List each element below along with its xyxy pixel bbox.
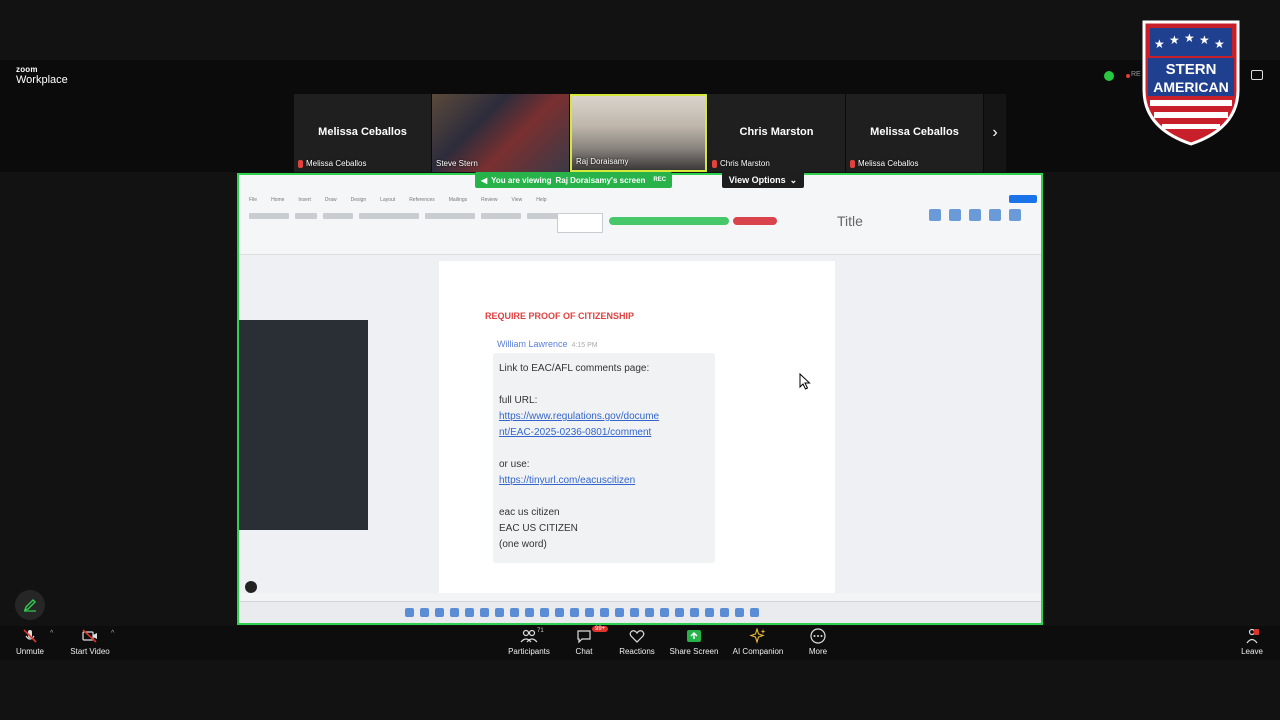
style-highlight-green (609, 217, 729, 225)
record-dot-icon (245, 581, 257, 593)
chevron-right-icon[interactable]: › (984, 94, 1006, 172)
participant-name: Melissa Ceballos (318, 126, 407, 138)
participant-label: Chris Marston (712, 159, 770, 168)
svg-text:★: ★ (1169, 33, 1180, 47)
muted-mic-icon (23, 629, 37, 643)
document-heading: REQUIRE PROOF OF CITIZENSHIP (485, 311, 635, 321)
participant-tile[interactable]: Melissa Ceballos Melissa Ceballos (294, 94, 431, 172)
ribbon-icons (929, 209, 1021, 221)
heart-icon (629, 630, 645, 643)
participant-strip: Melissa Ceballos Melissa Ceballos Steve … (294, 94, 1006, 172)
view-layout-icon[interactable] (1251, 70, 1263, 80)
more-button[interactable]: More (778, 628, 858, 656)
leave-button[interactable]: Leave (1212, 628, 1280, 656)
bottom-band (0, 660, 1280, 720)
word-share-button (1009, 195, 1037, 203)
svg-text:★: ★ (1184, 31, 1195, 45)
participants-count: 71 (537, 628, 544, 634)
document-page: REQUIRE PROOF OF CITIZENSHIP William Law… (439, 261, 835, 601)
comment-link: https://www.regulations.gov/docume (499, 411, 660, 422)
word-status-bar (239, 593, 1041, 601)
share-banner: ◀ You are viewing Raj Doraisamy's screen… (475, 172, 673, 188)
leave-icon (1246, 628, 1259, 644)
encryption-shield-icon[interactable] (1104, 71, 1114, 81)
participant-name: Chris Marston (739, 126, 814, 138)
top-band (0, 0, 1280, 60)
shared-screen[interactable]: File Home Insert Draw Design Layout References… (237, 173, 1043, 625)
pencil-icon (23, 599, 36, 612)
logo-line1: STERN (1166, 61, 1217, 78)
participant-label: Melissa Ceballos (850, 159, 918, 168)
banner-icon: ◀ (481, 175, 488, 185)
brand-small: zoom (16, 65, 38, 74)
share-screen-icon (687, 630, 701, 642)
mouse-cursor-icon (799, 373, 811, 390)
muted-mic-icon (298, 159, 303, 168)
svg-text:★: ★ (1199, 33, 1210, 47)
chevron-up-icon[interactable]: ^ (111, 630, 114, 637)
view-options-button[interactable]: View Options ⌄ (722, 172, 804, 188)
style-highlight-red (733, 217, 777, 225)
participant-name: Melissa Ceballos (870, 126, 959, 138)
muted-mic-icon (712, 159, 717, 168)
svg-text:★: ★ (1214, 37, 1225, 51)
video-off-icon (82, 629, 97, 643)
chevron-down-icon: ⌄ (789, 174, 798, 185)
comment-card: Link to EAC/AFL comments page: full URL:… (493, 353, 715, 563)
active-speaker-tile[interactable]: Raj Doraisamy (570, 94, 707, 172)
participants-icon (520, 629, 538, 643)
style-title: Title (837, 213, 863, 229)
recording-dot-icon (1126, 74, 1130, 78)
sparkle-icon (749, 628, 766, 644)
ribbon-tabs: File Home Insert Draw Design Layout References… (249, 197, 547, 203)
svg-text:★: ★ (1154, 37, 1165, 51)
more-icon (810, 628, 826, 644)
windows-taskbar (239, 601, 1041, 623)
participant-label: Melissa Ceballos (298, 159, 366, 168)
annotate-pencil-button[interactable] (15, 590, 45, 620)
taskbar-icons (405, 608, 759, 617)
participant-tile[interactable]: Melissa Ceballos Melissa Ceballos (846, 94, 983, 172)
participant-video-tile[interactable]: Steve Stern (432, 94, 569, 172)
participant-label: Raj Doraisamy (576, 157, 629, 166)
participant-tile[interactable]: Chris Marston Chris Marston (708, 94, 845, 172)
stern-american-logo: ★ ★ ★ ★ ★ STERN AMERICAN (1142, 20, 1240, 146)
style-normal (557, 213, 603, 233)
dark-panel (239, 320, 368, 530)
comment-link: https://tinyurl.com/eacuscitizen (499, 475, 636, 486)
muted-mic-icon (850, 159, 855, 168)
brand-name: Workplace (16, 74, 68, 86)
comment-author: William Lawrence 4:15 PM (497, 339, 598, 349)
comment-link: nt/EAC-2025-0236-0801/comment (499, 427, 652, 438)
zoom-brand: zoom Workplace (16, 66, 68, 86)
chat-icon (577, 630, 591, 644)
start-video-button[interactable]: Start Video (50, 628, 130, 656)
participant-label: Steve Stern (436, 159, 478, 168)
logo-line2: AMERICAN (1153, 79, 1228, 95)
